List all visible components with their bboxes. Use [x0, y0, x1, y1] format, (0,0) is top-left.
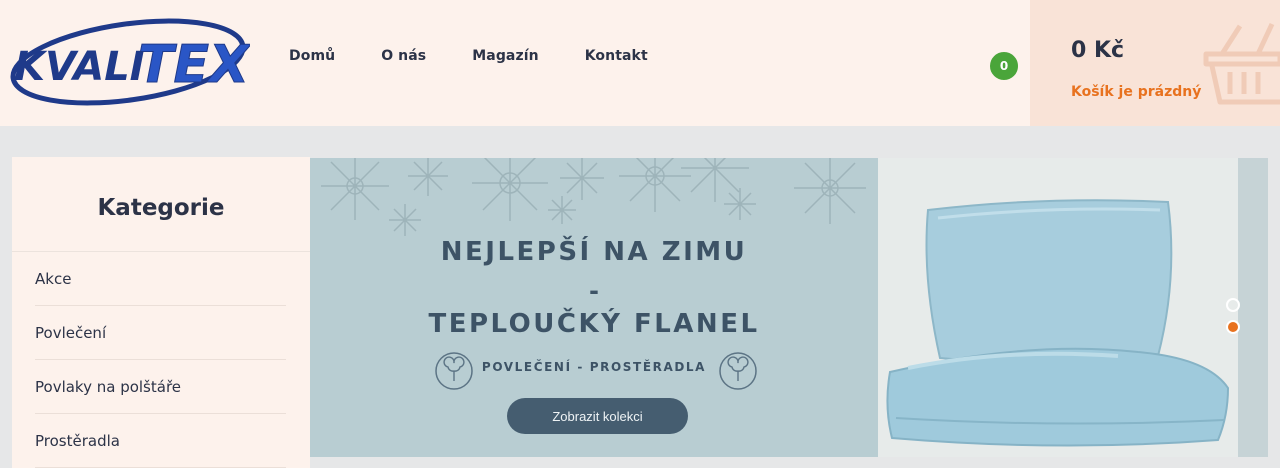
banner-dash: -	[589, 277, 599, 305]
slide-dot-2[interactable]	[1226, 320, 1240, 334]
cart-status[interactable]: Košík je prázdný	[1071, 84, 1201, 100]
next-slide-preview	[1238, 158, 1268, 457]
flannel-bedding-image	[886, 199, 1230, 447]
category-item-prosteradla[interactable]: Prostěradla	[35, 414, 286, 468]
view-collection-button[interactable]: Zobrazit kolekci	[507, 398, 688, 434]
sidebar-title: Kategorie	[97, 195, 225, 221]
banner-subheadline: TEPLOUČKÝ FLANEL	[428, 309, 760, 339]
category-item-akce[interactable]: Akce	[35, 252, 286, 306]
nav-home[interactable]: Domů	[289, 48, 335, 64]
category-sidebar: Kategorie Akce Povlečení Povlaky na polš…	[12, 157, 310, 468]
cotton-icon	[719, 352, 757, 390]
basket-icon	[1203, 22, 1280, 105]
category-list: Akce Povlečení Povlaky na polštáře Prost…	[35, 252, 286, 468]
logo-text: KVALI	[14, 44, 145, 90]
kvalitex-logo[interactable]: KVALI TEX	[10, 14, 250, 106]
nav-about[interactable]: O nás	[381, 48, 426, 64]
cart-count-badge[interactable]: 0	[988, 50, 1020, 82]
hero-banner[interactable]: NEJLEPŠÍ NA ZIMU - TEPLOUČKÝ FLANEL POVL…	[310, 158, 1268, 457]
slide-dot-1[interactable]	[1226, 298, 1240, 312]
banner-tagline: POVLEČENÍ - PROSTĚRADLA	[481, 360, 707, 374]
slider-pagination	[1226, 298, 1240, 342]
main-nav: Domů O nás Magazín Kontakt	[289, 48, 694, 64]
cart-widget[interactable]: 0 Kč Košík je prázdný	[1030, 0, 1280, 126]
site-header: KVALI TEX Domů O nás Magazín Kontakt 0 0…	[0, 0, 1280, 126]
cart-total[interactable]: 0 Kč	[1071, 38, 1124, 63]
banner-headline: NEJLEPŠÍ NA ZIMU	[440, 237, 748, 267]
nav-magazine[interactable]: Magazín	[472, 48, 538, 64]
nav-contact[interactable]: Kontakt	[585, 48, 648, 64]
bedding-product-image	[878, 158, 1238, 457]
category-item-povlaky[interactable]: Povlaky na polštáře	[35, 360, 286, 414]
snowflake-decoration	[321, 158, 866, 236]
svg-text:TEX: TEX	[138, 35, 250, 95]
category-item-povleceni[interactable]: Povlečení	[35, 306, 286, 360]
